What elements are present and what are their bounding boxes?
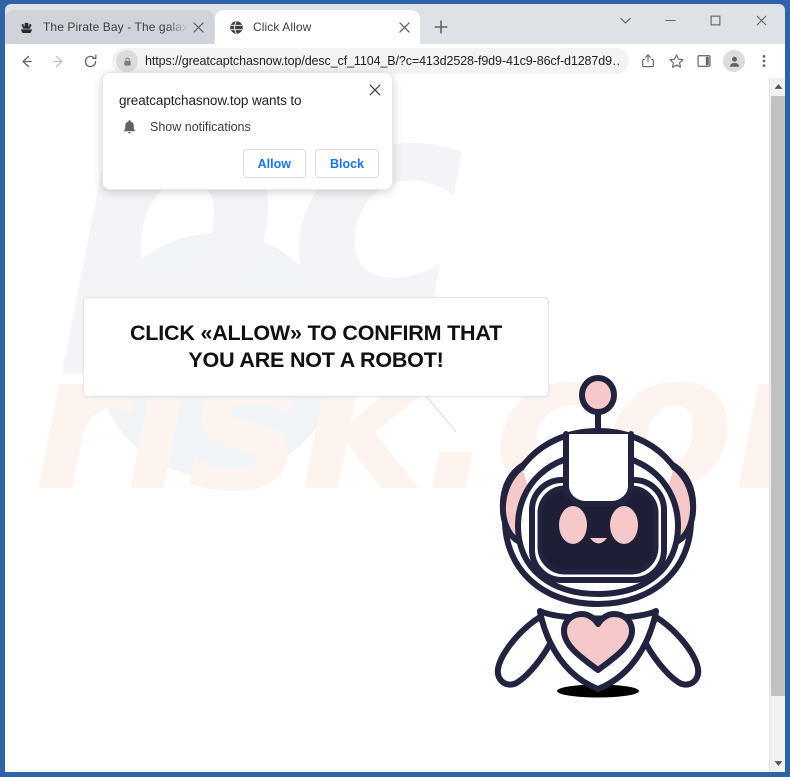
- scrollbar-thumb[interactable]: [771, 96, 785, 696]
- chrome-menu-icon[interactable]: [751, 48, 777, 74]
- share-icon[interactable]: [635, 48, 661, 74]
- notification-permission-dialog: greatcaptchasnow.top wants to Show notif…: [102, 72, 393, 190]
- tab-pirate-bay[interactable]: The Pirate Bay - The galaxy's mos: [5, 10, 214, 44]
- side-panel-icon[interactable]: [691, 48, 717, 74]
- speech-bubble-text: CLICK «ALLOW» TO CONFIRM THAT YOU ARE NO…: [129, 321, 502, 372]
- permission-option-label: Show notifications: [150, 120, 251, 134]
- close-icon[interactable]: [394, 17, 414, 37]
- permission-option-row: Show notifications: [119, 117, 251, 137]
- window-controls: [603, 4, 785, 44]
- page-scrollbar[interactable]: [769, 78, 785, 772]
- globe-icon: [228, 19, 244, 35]
- scroll-down-icon[interactable]: [770, 755, 785, 772]
- reload-button[interactable]: [77, 48, 103, 74]
- maximize-button[interactable]: [693, 4, 738, 36]
- address-bar-url: https://greatcaptchasnow.top/desc_cf_110…: [145, 54, 619, 68]
- profile-avatar[interactable]: [723, 50, 745, 72]
- tab-title: Click Allow: [253, 20, 312, 34]
- close-window-button[interactable]: [738, 4, 785, 36]
- permission-dialog-title: greatcaptchasnow.top wants to: [119, 93, 302, 108]
- minimize-button[interactable]: [648, 4, 693, 36]
- forward-button[interactable]: [45, 48, 71, 74]
- tab-title: The Pirate Bay - The galaxy's mos: [43, 20, 188, 34]
- robot-mascot: [478, 368, 728, 708]
- speech-bubble-tail: [427, 396, 457, 432]
- block-button[interactable]: Block: [314, 149, 379, 178]
- close-icon[interactable]: [364, 79, 386, 101]
- new-tab-button[interactable]: [427, 13, 455, 41]
- allow-button[interactable]: Allow: [242, 149, 306, 178]
- address-bar[interactable]: https://greatcaptchasnow.top/desc_cf_110…: [112, 48, 629, 74]
- tab-click-allow[interactable]: Click Allow: [215, 10, 420, 44]
- permission-dialog-actions: Allow Block: [242, 149, 379, 178]
- bell-icon: [119, 117, 139, 137]
- bookmark-star-icon[interactable]: [663, 48, 689, 74]
- tab-search-button[interactable]: [603, 4, 648, 36]
- lock-icon[interactable]: [116, 50, 138, 72]
- scroll-up-icon[interactable]: [770, 78, 785, 95]
- browser-window: The Pirate Bay - The galaxy's mos Click …: [0, 0, 790, 777]
- back-button[interactable]: [13, 48, 39, 74]
- pirate-ship-icon: [18, 19, 34, 35]
- close-icon[interactable]: [188, 17, 208, 37]
